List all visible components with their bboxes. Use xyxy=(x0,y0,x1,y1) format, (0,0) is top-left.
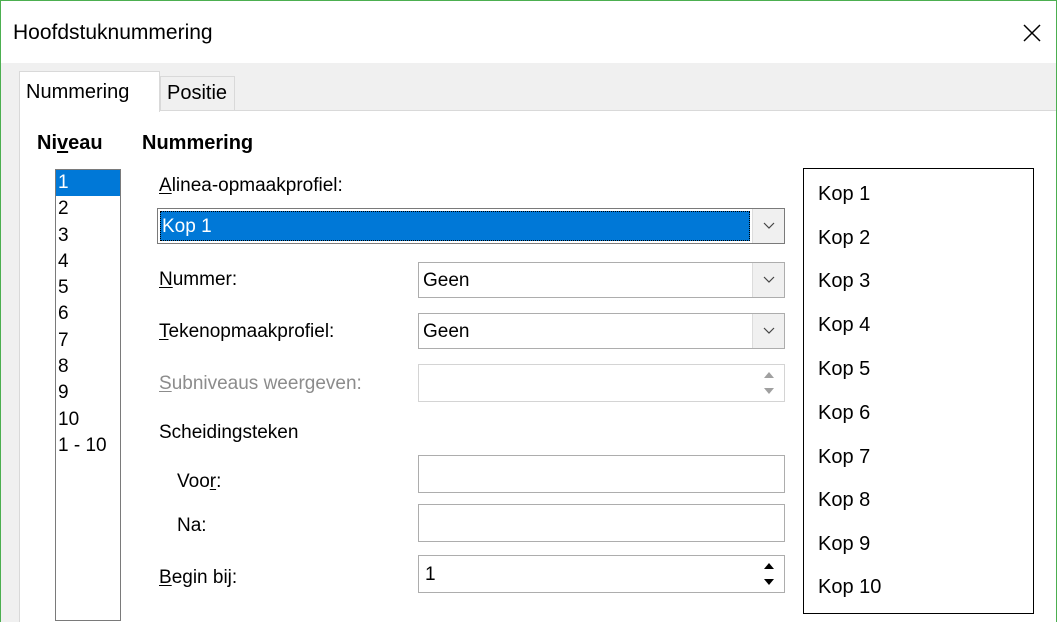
spin-up-button[interactable] xyxy=(756,558,782,574)
close-icon xyxy=(1023,24,1041,42)
paragraph-style-label: Alinea-opmaakprofiel: xyxy=(159,175,343,196)
preview-item: Kop 4 xyxy=(818,314,871,336)
dropdown-button[interactable] xyxy=(752,314,784,348)
level-item[interactable]: 1 - 10 xyxy=(56,433,120,459)
char-style-value: Geen xyxy=(423,321,470,342)
spin-down-icon xyxy=(764,579,774,585)
chevron-down-icon xyxy=(763,222,774,229)
level-item[interactable]: 10 xyxy=(56,407,120,433)
level-item[interactable]: 5 xyxy=(56,275,120,301)
preview-item: Kop 3 xyxy=(818,270,871,292)
level-item[interactable]: 7 xyxy=(56,328,120,354)
spin-down-icon xyxy=(764,388,774,394)
number-dropdown[interactable]: Geen xyxy=(418,262,785,298)
spin-buttons xyxy=(756,367,782,399)
preview-item: Kop 5 xyxy=(818,358,871,380)
level-item[interactable]: 3 xyxy=(56,223,120,249)
start-at-value: 1 xyxy=(425,564,436,585)
chevron-down-icon xyxy=(763,276,774,283)
spin-up-icon xyxy=(764,372,774,378)
number-label: Nummer: xyxy=(159,269,238,290)
selection-highlight xyxy=(160,211,750,241)
level-item[interactable]: 1 xyxy=(56,170,120,197)
sublevels-label: Subniveaus weergeven: xyxy=(159,373,362,394)
numbering-heading: Nummering xyxy=(142,132,254,154)
spin-down-button[interactable] xyxy=(756,574,782,590)
level-list[interactable]: 1 2 3 4 5 6 7 8 9 10 1 - 10 xyxy=(55,169,121,621)
preview-item: Kop 6 xyxy=(818,402,871,424)
dialog-window: Hoofdstuknummering Nummering Positie Niv… xyxy=(0,0,1057,622)
preview-item: Kop 9 xyxy=(818,533,871,555)
level-item[interactable]: 4 xyxy=(56,249,120,275)
dropdown-button[interactable] xyxy=(752,263,784,297)
spin-up-icon xyxy=(764,563,774,569)
tab-nummering[interactable]: Nummering xyxy=(19,71,160,112)
preview-item: Kop 8 xyxy=(818,489,871,511)
numbering-preview: Kop 1 Kop 2 Kop 3 Kop 4 Kop 5 Kop 6 Kop … xyxy=(803,168,1034,614)
before-label: Voor: xyxy=(177,471,222,492)
dropdown-button[interactable] xyxy=(752,209,784,243)
tab-positie[interactable]: Positie xyxy=(160,76,235,111)
level-heading: Niveau xyxy=(37,132,103,154)
char-style-label: Tekenopmaakprofiel: xyxy=(159,321,335,342)
before-input[interactable] xyxy=(418,455,785,493)
after-label: Na: xyxy=(177,515,207,536)
dialog-title: Hoofdstuknummering xyxy=(13,21,213,44)
close-button[interactable] xyxy=(1012,15,1052,51)
separator-heading: Scheidingsteken xyxy=(159,422,299,443)
chevron-down-icon xyxy=(763,327,774,334)
number-value: Geen xyxy=(423,270,470,291)
preview-item: Kop 10 xyxy=(818,576,882,598)
after-input[interactable] xyxy=(418,504,785,542)
title-bar: Hoofdstuknummering xyxy=(1,1,1056,63)
level-item[interactable]: 9 xyxy=(56,380,120,406)
level-item[interactable]: 6 xyxy=(56,301,120,327)
char-style-dropdown[interactable]: Geen xyxy=(418,313,785,349)
spin-down-button xyxy=(756,383,782,399)
preview-item: Kop 7 xyxy=(818,446,871,468)
start-at-label: Begin bij: xyxy=(159,567,238,588)
spin-buttons xyxy=(756,558,782,590)
level-item[interactable]: 2 xyxy=(56,196,120,222)
tab-nummering-label: Nummering xyxy=(26,81,130,103)
preview-item: Kop 1 xyxy=(818,183,871,205)
spin-up-button xyxy=(756,367,782,383)
tab-positie-label: Positie xyxy=(167,82,228,104)
paragraph-style-dropdown[interactable]: Kop 1 xyxy=(157,208,785,244)
sublevels-spinbox xyxy=(418,364,785,402)
level-item[interactable]: 8 xyxy=(56,354,120,380)
preview-item: Kop 2 xyxy=(818,227,871,249)
start-at-spinbox[interactable]: 1 xyxy=(418,555,785,593)
paragraph-style-value: Kop 1 xyxy=(162,216,212,237)
